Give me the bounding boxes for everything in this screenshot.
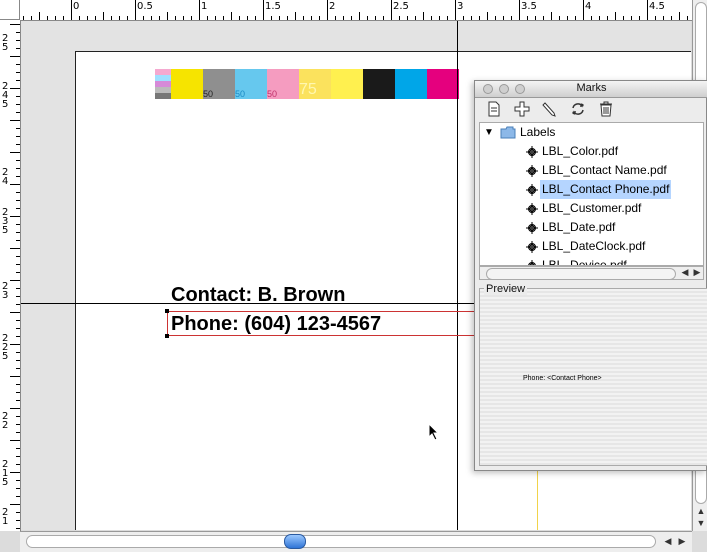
palette-toolbar — [475, 98, 707, 122]
ruler-top-label: 0 — [73, 1, 80, 12]
color-swatch: 50 — [267, 69, 299, 99]
registration-mark-icon — [526, 184, 538, 196]
registration-mark-icon — [526, 203, 538, 215]
swatch-percent-label: 50 — [203, 89, 214, 99]
ruler-top-label: 4.5 — [649, 1, 665, 12]
ruler-left-label: 2 4 — [2, 167, 9, 187]
preview-label: Preview — [484, 283, 528, 295]
ruler-left-label: 2 1 — [2, 507, 9, 527]
scroll-down-icon[interactable]: ▼ — [695, 518, 707, 528]
trash-icon-graphic — [600, 101, 612, 117]
registration-strip-graphic — [155, 69, 171, 99]
ruler-left-label: 2 4 5 — [2, 81, 9, 110]
color-swatch — [395, 69, 427, 99]
color-swatch — [171, 69, 203, 99]
tree-item-label: LBL_Date.pdf — [542, 220, 616, 234]
ruler-left-label: 2 3 5 — [2, 207, 9, 236]
ruler-ticks — [23, 0, 688, 20]
scroll-left-icon[interactable]: ◀ — [662, 536, 674, 547]
tree-item-label: LBL_DateClock.pdf — [542, 239, 646, 253]
vertical-guide[interactable] — [457, 21, 458, 530]
tree-horizontal-scrollbar[interactable]: ◀ ▶ — [479, 266, 704, 280]
ruler-top-label: 1.5 — [265, 1, 281, 12]
tree-folder-labels[interactable]: ▼ Labels — [480, 123, 703, 142]
color-swatch: 50 — [203, 69, 235, 99]
tree-scroll-left-icon[interactable]: ◀ — [680, 267, 690, 278]
ruler-left-label: 2 2 5 — [2, 333, 9, 362]
ruler-left-label: 2 1 5 — [2, 459, 9, 488]
horizontal-scrollbar[interactable]: ◀ ▶ — [20, 531, 692, 552]
color-swatch — [427, 69, 459, 99]
registration-strip — [155, 69, 171, 99]
folder-label: Labels — [520, 125, 556, 139]
tree-scroll-thumb[interactable] — [486, 268, 676, 280]
add-icon[interactable] — [513, 101, 531, 119]
marks-tree[interactable]: ▼ Labels LBL_Color.pdf LBL_Contact Name.p… — [479, 122, 704, 266]
color-swatch — [331, 69, 363, 99]
tree-item-label: LBL_Device.pdf — [542, 258, 627, 266]
ruler-top-label: 3 — [457, 1, 464, 12]
selection-handle[interactable] — [165, 309, 169, 313]
preview-content-text: Phone: <Contact Phone> — [523, 375, 602, 382]
ruler-top-label: 4 — [585, 1, 592, 12]
ruler-left-label: 2 2 — [2, 411, 9, 431]
pencil-icon[interactable] — [541, 101, 559, 119]
yellow-guide[interactable] — [537, 461, 538, 530]
scroll-up-icon[interactable]: ▲ — [695, 506, 707, 516]
color-swatch — [363, 69, 395, 99]
tree-item[interactable]: LBL_Date.pdf — [480, 218, 703, 237]
tree-item-label: LBL_Customer.pdf — [542, 201, 642, 215]
tree-item[interactable]: LBL_DateClock.pdf — [480, 237, 703, 256]
tree-item-label: LBL_Contact Phone.pdf — [540, 180, 672, 199]
color-swatch: 50 — [235, 69, 267, 99]
tree-item[interactable]: LBL_Color.pdf — [480, 142, 703, 161]
tree-item[interactable]: LBL_Device.pdf — [480, 256, 703, 266]
marks-palette[interactable]: Marks ▼ Labels LBL_Color.pdf LBL_Contact … — [474, 80, 707, 471]
add-icon-graphic — [514, 101, 530, 117]
folder-icon — [500, 126, 516, 139]
horizontal-ruler[interactable]: 0 0.5 1 1.5 2 2.5 3 3.5 4 4.5 — [20, 0, 693, 21]
arrow-cursor-icon — [428, 423, 440, 441]
ruler-corner[interactable] — [0, 0, 20, 20]
registration-mark-icon — [526, 165, 538, 177]
tree-item[interactable]: LBL_Contact Name.pdf — [480, 161, 703, 180]
disclosure-triangle-icon[interactable]: ▼ — [484, 123, 494, 142]
horizontal-scroll-thumb[interactable] — [284, 534, 306, 549]
tree-item-label: LBL_Color.pdf — [542, 144, 619, 158]
vertical-ruler[interactable]: 2 5 2 4 5 2 4 2 3 5 2 3 2 2 5 2 2 2 1 5 2 1 — [0, 20, 21, 531]
selection-handle[interactable] — [165, 334, 169, 338]
pencil-icon-graphic — [542, 102, 556, 117]
registration-mark-icon — [526, 146, 538, 158]
trash-icon[interactable] — [597, 101, 615, 119]
ruler-left-label: 2 3 — [2, 281, 9, 301]
swatch-percent-label: 50 — [267, 89, 278, 99]
tree-item-label: LBL_Contact Name.pdf — [542, 163, 667, 177]
swatch-percent-label: 50 — [235, 89, 246, 99]
tree-item[interactable]: LBL_Contact Phone.pdf — [480, 180, 703, 199]
phone-text[interactable]: Phone: (604) 123-4567 — [171, 313, 381, 336]
ruler-top-label: 1 — [201, 1, 208, 12]
tree-scroll-right-icon[interactable]: ▶ — [692, 267, 702, 278]
palette-title: Marks — [576, 82, 607, 94]
contact-text-frame[interactable]: Contact: B. Brown — [171, 284, 345, 307]
ruler-top-label: 2.5 — [393, 1, 409, 12]
refresh-icon-graphic — [572, 103, 584, 115]
ruler-top-label: 0.5 — [137, 1, 153, 12]
new-document-icon[interactable] — [485, 101, 503, 119]
swatch-percent-label: 75 — [299, 81, 317, 98]
scroll-right-icon[interactable]: ▶ — [676, 536, 688, 547]
new-document-icon-graphic — [488, 101, 500, 117]
ruler-left-label: 2 5 — [2, 33, 9, 53]
refresh-icon[interactable] — [569, 101, 587, 119]
registration-mark-icon — [526, 222, 538, 234]
ruler-top-label: 2 — [329, 1, 336, 12]
tree-item[interactable]: LBL_Customer.pdf — [480, 199, 703, 218]
palette-titlebar[interactable]: Marks — [475, 81, 707, 98]
horizontal-scroll-track[interactable] — [26, 535, 656, 548]
registration-mark-icon — [526, 241, 538, 253]
color-swatch: 75 — [299, 69, 331, 99]
ruler-top-label: 3.5 — [521, 1, 537, 12]
